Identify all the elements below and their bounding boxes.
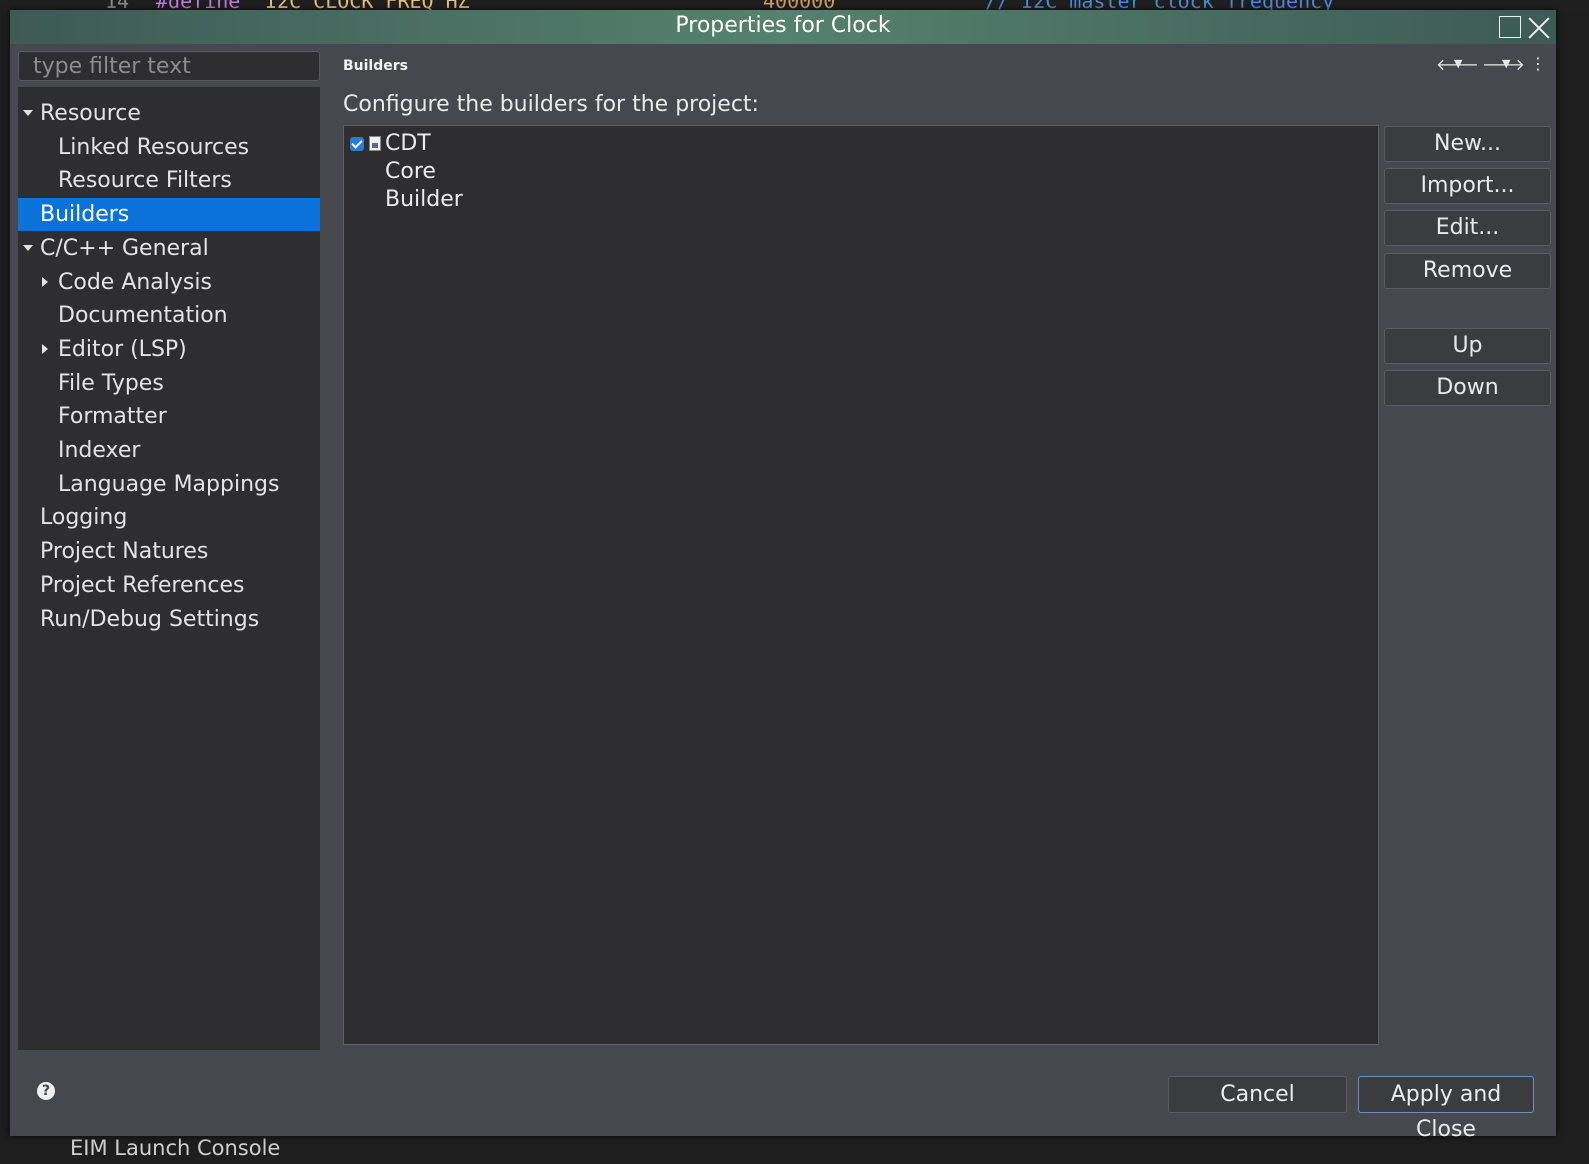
- filter-input[interactable]: [18, 51, 320, 81]
- builders-list[interactable]: CDT Core Builder: [343, 125, 1379, 1045]
- tree-item-run-debug-settings[interactable]: Run/Debug Settings: [18, 603, 320, 636]
- tree-item-project-references[interactable]: Project References: [18, 569, 320, 602]
- tree-item-label: Resource: [40, 101, 141, 126]
- collapsed-arrow-icon[interactable]: [42, 276, 48, 287]
- builder-icon: [369, 136, 381, 151]
- dialog-titlebar[interactable]: Properties for Clock: [10, 10, 1556, 44]
- tree-item-linked-resources[interactable]: Linked Resources: [18, 131, 320, 164]
- line-number: 14: [105, 0, 130, 13]
- tree-item-label: Linked Resources: [58, 134, 250, 160]
- edit-button[interactable]: Edit...: [1384, 210, 1551, 246]
- tree-item-label: Resource Filters: [58, 168, 232, 194]
- tree-item-label: Editor (LSP): [58, 336, 187, 362]
- code-value: 400000: [763, 0, 836, 13]
- tree-item-c-c-general[interactable]: C/C++ General: [18, 232, 320, 265]
- tree-item-editor-lsp[interactable]: Editor (LSP): [18, 333, 320, 366]
- import-button[interactable]: Import...: [1384, 168, 1551, 204]
- new-button[interactable]: New...: [1384, 126, 1551, 162]
- dialog-title: Properties for Clock: [675, 13, 891, 38]
- page-title: Builders: [343, 58, 408, 74]
- code-macro: I2C_CLOCK_FREQ_HZ: [265, 0, 470, 13]
- property-page-tree: Resource Linked Resources Resource Filters…: [18, 87, 320, 1050]
- properties-dialog: Properties for Clock Resource Linked Reso…: [10, 10, 1556, 1142]
- help-icon[interactable]: ?: [37, 1082, 55, 1100]
- code-comment: // I2C master clock frequency: [985, 0, 1335, 13]
- chevron-down-icon[interactable]: ▼: [1502, 57, 1510, 70]
- builder-label: CDT Core Builder: [385, 131, 463, 212]
- builder-checkbox[interactable]: [350, 137, 364, 151]
- tree-item-label: Code Analysis: [58, 269, 212, 295]
- tree-item-label: Builders: [40, 202, 130, 228]
- tree-item-logging[interactable]: Logging: [18, 501, 320, 534]
- tree-item-documentation[interactable]: Documentation: [18, 299, 320, 332]
- collapsed-arrow-icon[interactable]: [42, 343, 48, 354]
- tree-item-label: Project Natures: [40, 539, 209, 565]
- down-button[interactable]: Down: [1384, 370, 1551, 406]
- tree-item-label: C/C++ General: [40, 235, 209, 261]
- tree-item-indexer[interactable]: Indexer: [18, 434, 320, 467]
- tree-item-label: Project References: [40, 572, 245, 598]
- up-button[interactable]: Up: [1384, 328, 1551, 364]
- tree-item-label: Documentation: [58, 303, 228, 329]
- tree-item-label: Language Mappings: [58, 471, 280, 497]
- tree-item-label: Formatter: [58, 404, 167, 430]
- tree-item-resource-filters[interactable]: Resource Filters: [18, 164, 320, 197]
- remove-button[interactable]: Remove: [1384, 253, 1551, 289]
- close-icon[interactable]: [1527, 15, 1551, 39]
- tree-item-label: File Types: [58, 370, 164, 396]
- chevron-down-icon[interactable]: ▼: [1454, 57, 1462, 70]
- tree-item-formatter[interactable]: Formatter: [18, 400, 320, 433]
- tree-item-builders[interactable]: Builders: [18, 198, 320, 232]
- apply-and-close-button[interactable]: Apply and Close: [1358, 1076, 1534, 1142]
- tree-item-resource[interactable]: Resource: [18, 97, 320, 130]
- console-tab[interactable]: EIM Launch Console: [70, 1136, 280, 1160]
- tree-item-code-analysis[interactable]: Code Analysis: [18, 266, 320, 299]
- cancel-button[interactable]: Cancel: [1168, 1076, 1347, 1113]
- maximize-icon[interactable]: [1498, 15, 1522, 39]
- code-define: #define: [156, 0, 241, 13]
- tree-item-language-mappings[interactable]: Language Mappings: [18, 468, 320, 501]
- tree-item-label: Logging: [40, 505, 128, 531]
- builders-description: Configure the builders for the project:: [343, 92, 759, 117]
- expanded-arrow-icon[interactable]: [23, 110, 33, 116]
- tree-item-file-types[interactable]: File Types: [18, 367, 320, 400]
- tree-item-label: Indexer: [58, 438, 141, 463]
- tree-item-project-natures[interactable]: Project Natures: [18, 535, 320, 568]
- expanded-arrow-icon[interactable]: [23, 244, 33, 251]
- kebab-menu-icon[interactable]: ⋮: [1530, 54, 1546, 73]
- tree-item-label: Run/Debug Settings: [40, 606, 260, 632]
